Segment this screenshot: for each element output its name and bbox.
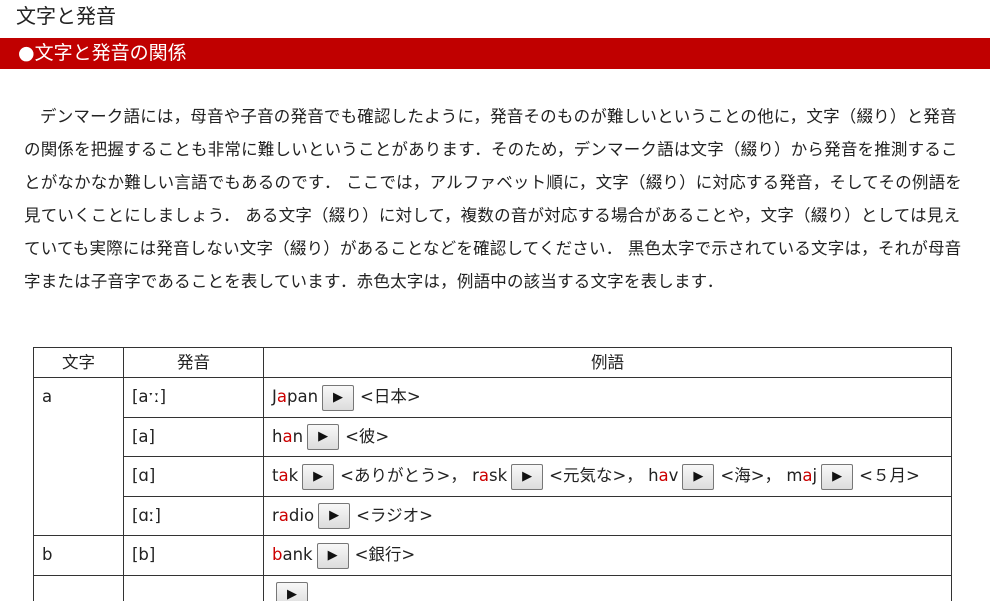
- example-gloss: <５月>: [859, 466, 920, 485]
- page-title: 文字と発音: [16, 4, 116, 28]
- letter-cell: b: [33, 535, 124, 576]
- play-audio-button[interactable]: ▶: [322, 384, 355, 411]
- section-heading-bar: ●文字と発音の関係: [0, 38, 990, 69]
- table-row: [ɑ] tak ▶ <ありがとう>， rask ▶ <元気な>， hav ▶ <海>， ma…: [34, 456, 952, 497]
- play-audio-button[interactable]: ▶: [821, 463, 854, 490]
- example-word: maj: [786, 466, 818, 485]
- examples-cell: ▶: [263, 574, 952, 601]
- examples-cell: bank ▶ <銀行>: [263, 535, 952, 576]
- examples-cell: Japan ▶ <日本>: [263, 377, 952, 418]
- letter-cell: [33, 574, 124, 601]
- example-word: Japan: [272, 387, 319, 406]
- table-header-row: 文字 発音 例語: [33, 347, 952, 378]
- header-letter: 文字: [33, 347, 124, 378]
- pronunciation-cell: [ɑ]: [123, 456, 264, 497]
- example-word: tak: [272, 466, 299, 485]
- example-gloss: <ラジオ>: [356, 505, 433, 525]
- intro-paragraph: デンマーク語には，母音や子音の発音でも確認したように，発音そのものが難しいという…: [24, 107, 963, 291]
- play-audio-button[interactable]: ▶: [316, 542, 349, 569]
- table-row: ▶: [33, 574, 952, 601]
- example-gloss: <彼>: [345, 426, 390, 446]
- example-word: hav: [648, 466, 679, 485]
- table-row: b [b] bank ▶ <銀行>: [33, 535, 952, 576]
- example-gloss: <日本>: [360, 387, 421, 406]
- letter-pronunciation-table: 文字 発音 例語 a [aˑː] Japan ▶ <日本> [a] han ▶ <彼>: [33, 347, 952, 601]
- page: 文字と発音 ●文字と発音の関係 デンマーク語には，母音や子音の発音でも確認したよ…: [0, 0, 990, 601]
- header-pronunciation: 発音: [123, 347, 264, 378]
- play-audio-button[interactable]: ▶: [318, 503, 351, 529]
- play-audio-button[interactable]: ▶: [276, 582, 308, 601]
- example-word: rask: [472, 466, 508, 485]
- examples-cell: radio ▶ <ラジオ>: [263, 495, 952, 536]
- table-row: [ɑː] radio ▶ <ラジオ>: [34, 495, 952, 536]
- play-audio-button[interactable]: ▶: [511, 463, 544, 490]
- pronunciation-cell: [b]: [123, 535, 264, 576]
- play-audio-button[interactable]: ▶: [302, 463, 335, 490]
- example-word: bank: [272, 545, 313, 564]
- play-audio-button[interactable]: ▶: [307, 424, 340, 450]
- pronunciation-cell: [a]: [123, 416, 264, 457]
- table-row: a [aˑː] Japan ▶ <日本>: [33, 377, 952, 536]
- examples-cell: han ▶ <彼>: [263, 416, 952, 457]
- table-row: [a] han ▶ <彼>: [34, 416, 952, 457]
- header-examples: 例語: [263, 347, 952, 378]
- pronunciation-cell: [aˑː]: [123, 377, 264, 418]
- example-word: han: [272, 426, 304, 446]
- example-gloss: <海>，: [720, 466, 782, 485]
- play-audio-button[interactable]: ▶: [682, 463, 715, 490]
- pronunciation-cell: [ɑː]: [123, 495, 264, 536]
- section-heading: ●文字と発音の関係: [18, 42, 187, 64]
- example-gloss: <銀行>: [354, 545, 416, 564]
- example-word: radio: [272, 505, 315, 525]
- example-gloss: <元気な>，: [549, 466, 643, 485]
- examples-cell: tak ▶ <ありがとう>， rask ▶ <元気な>， hav ▶ <海>， maj ▶ <５…: [263, 456, 952, 497]
- letter-cell: a: [33, 377, 124, 536]
- example-gloss: <ありがとう>，: [340, 466, 467, 485]
- pronunciation-cell: [123, 574, 264, 601]
